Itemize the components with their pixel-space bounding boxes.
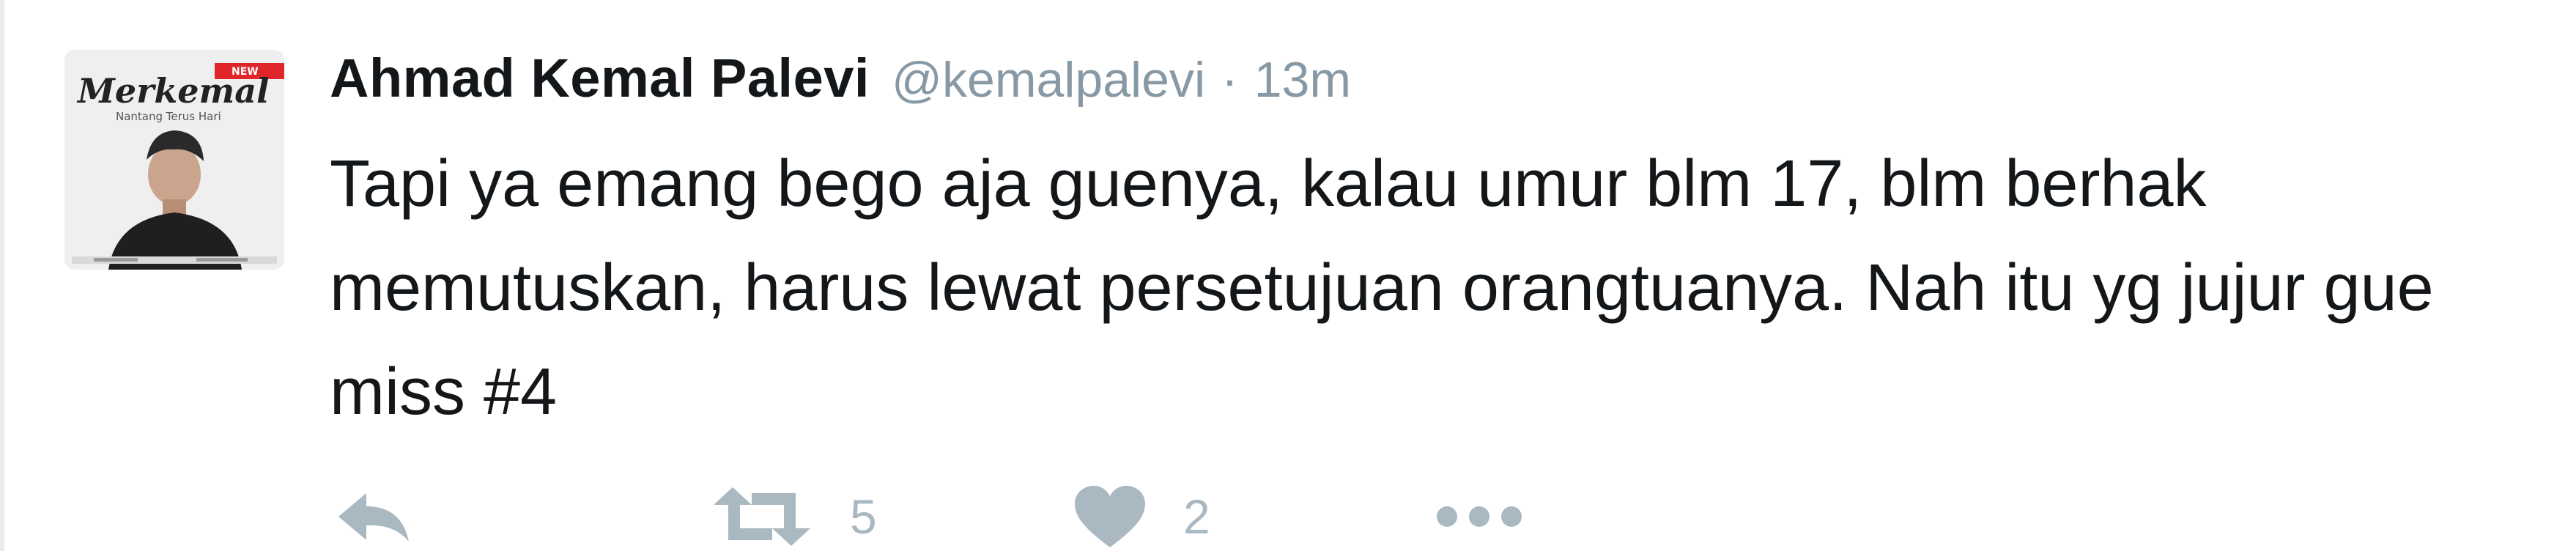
more-icon [1437, 506, 1522, 527]
retweet-count: 5 [850, 489, 877, 544]
tweet-text: Tapi ya emang bego aja guenya, kalau umu… [330, 147, 2434, 429]
tweet-header: Ahmad Kemal Palevi @kemalpalevi · 13m [330, 47, 1351, 113]
tweet-timestamp[interactable]: 13m [1254, 51, 1351, 108]
heart-icon [1075, 486, 1145, 547]
avatar-subtitle: Nantang Terus Hari [116, 110, 221, 123]
tweet-card[interactable]: Merkemal Nantang Terus Hari NEW Ahmad Ke… [0, 0, 2576, 551]
tweet-actions: 5 2 [330, 484, 2308, 550]
user-handle[interactable]: @kemalpalevi [892, 51, 1205, 108]
avatar-badge: NEW [232, 66, 259, 78]
avatar[interactable]: Merkemal Nantang Terus Hari NEW [64, 50, 284, 270]
reply-button[interactable] [334, 484, 415, 550]
retweet-icon [714, 487, 810, 546]
avatar-image: Merkemal Nantang Terus Hari NEW [64, 50, 284, 270]
more-button[interactable] [1432, 484, 1528, 550]
reply-icon [338, 493, 409, 541]
like-count: 2 [1183, 489, 1210, 544]
header-separator: · [1221, 52, 1238, 108]
like-button[interactable]: 2 [1073, 484, 1210, 550]
retweet-button[interactable]: 5 [711, 484, 877, 550]
display-name[interactable]: Ahmad Kemal Palevi [330, 47, 870, 109]
